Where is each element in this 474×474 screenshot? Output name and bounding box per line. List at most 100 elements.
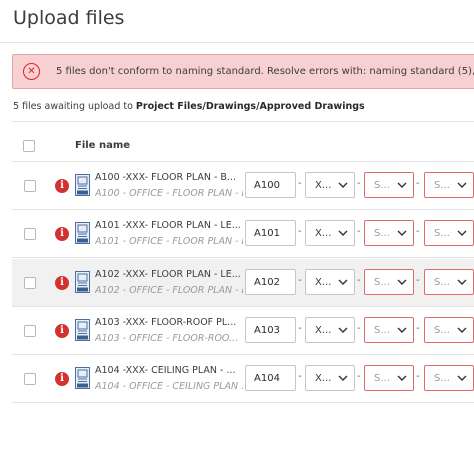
separator: -: [357, 371, 361, 382]
naming-field-select-2[interactable]: X...: [305, 269, 355, 295]
chevron-down-icon: [457, 327, 467, 333]
chevron-down-icon: [338, 230, 348, 236]
sheet-number-input[interactable]: A100: [245, 172, 296, 198]
table-row[interactable]: i A102 -XXX- FLOOR PLAN - LE... A102 - OFF…: [12, 259, 474, 307]
select-value: S...: [374, 276, 390, 288]
document-pdf-icon: [75, 367, 90, 389]
file-name: A100 -XXX- FLOOR PLAN - B...: [95, 172, 236, 183]
separator: -: [298, 323, 302, 334]
divider: [12, 121, 474, 122]
select-value: S...: [374, 372, 390, 384]
select-value: S...: [434, 324, 450, 336]
separator: -: [357, 323, 361, 334]
table-row[interactable]: i A104 -XXX- CEILING PLAN - ... A104 - OFF…: [12, 355, 474, 403]
error-info-icon[interactable]: i: [55, 324, 69, 338]
select-all-checkbox[interactable]: [23, 140, 35, 152]
select-value: X...: [315, 179, 332, 191]
separator: -: [416, 178, 420, 189]
naming-field-select-3[interactable]: S...: [364, 317, 414, 343]
upload-status: 5 files awaiting upload to Project Files…: [13, 101, 365, 112]
naming-field-select-3[interactable]: S...: [364, 172, 414, 198]
file-title: A104 - OFFICE - CEILING PLAN ...: [95, 381, 243, 392]
file-title: A101 - OFFICE - FLOOR PLAN - L...: [95, 236, 243, 247]
naming-field-select-2[interactable]: X...: [305, 172, 355, 198]
error-info-icon[interactable]: i: [55, 227, 69, 241]
row-checkbox[interactable]: [24, 228, 36, 240]
upload-destination-path: Project Files/Drawings/Approved Drawings: [135, 101, 365, 112]
chevron-down-icon: [397, 375, 407, 381]
separator: -: [416, 226, 420, 237]
page-title: Upload files: [13, 7, 125, 29]
select-value: S...: [434, 227, 450, 239]
chevron-down-icon: [457, 230, 467, 236]
error-banner: ✕ 5 files don't conform to naming standa…: [12, 54, 474, 89]
chevron-down-icon: [338, 327, 348, 333]
naming-field-select-4[interactable]: S...: [424, 269, 474, 295]
document-pdf-icon: [75, 222, 90, 244]
select-value: S...: [434, 179, 450, 191]
chevron-down-icon: [457, 375, 467, 381]
separator: -: [357, 226, 361, 237]
error-info-icon[interactable]: i: [55, 372, 69, 386]
select-value: S...: [434, 372, 450, 384]
separator: -: [416, 323, 420, 334]
select-value: X...: [315, 372, 332, 384]
separator: -: [416, 275, 420, 286]
row-checkbox[interactable]: [24, 325, 36, 337]
file-name: A103 -XXX- FLOOR-ROOF PL...: [95, 317, 237, 328]
sheet-number-input[interactable]: A103: [245, 317, 296, 343]
sheet-number-input[interactable]: A104: [245, 365, 296, 391]
table-row[interactable]: i A101 -XXX- FLOOR PLAN - LE... A101 - OFF…: [12, 210, 474, 258]
chevron-down-icon: [338, 375, 348, 381]
document-pdf-icon: [75, 174, 90, 196]
separator: -: [298, 226, 302, 237]
select-value: X...: [315, 227, 332, 239]
separator: -: [298, 275, 302, 286]
row-checkbox[interactable]: [24, 373, 36, 385]
separator: -: [357, 178, 361, 189]
naming-field-select-2[interactable]: X...: [305, 220, 355, 246]
row-checkbox[interactable]: [24, 180, 36, 192]
row-checkbox[interactable]: [24, 277, 36, 289]
file-title: A102 - OFFICE - FLOOR PLAN - L...: [95, 285, 243, 296]
chevron-down-icon: [457, 182, 467, 188]
sheet-number-input[interactable]: A102: [245, 269, 296, 295]
select-value: S...: [374, 227, 390, 239]
chevron-down-icon: [397, 327, 407, 333]
chevron-down-icon: [338, 182, 348, 188]
error-message: 5 files don't conform to naming standard…: [56, 66, 474, 77]
naming-field-select-3[interactable]: S...: [364, 365, 414, 391]
select-value: S...: [374, 324, 390, 336]
separator: -: [416, 371, 420, 382]
document-pdf-icon: [75, 271, 90, 293]
file-name: A101 -XXX- FLOOR PLAN - LE...: [95, 220, 241, 231]
chevron-down-icon: [397, 182, 407, 188]
error-info-icon[interactable]: i: [55, 276, 69, 290]
select-value: S...: [374, 179, 390, 191]
divider: [0, 42, 474, 43]
table-row[interactable]: i A100 -XXX- FLOOR PLAN - B... A100 - OFFI…: [12, 162, 474, 210]
select-value: S...: [434, 276, 450, 288]
file-title: A103 - OFFICE - FLOOR-ROO...: [95, 333, 239, 344]
error-circle-x-icon: ✕: [23, 63, 40, 80]
chevron-down-icon: [338, 279, 348, 285]
error-info-icon[interactable]: i: [55, 179, 69, 193]
table-header: File name: [12, 134, 474, 160]
naming-field-select-4[interactable]: S...: [424, 365, 474, 391]
naming-field-select-4[interactable]: S...: [424, 220, 474, 246]
naming-field-select-2[interactable]: X...: [305, 365, 355, 391]
file-name: A104 -XXX- CEILING PLAN - ...: [95, 365, 236, 376]
naming-field-select-3[interactable]: S...: [364, 269, 414, 295]
naming-field-select-4[interactable]: S...: [424, 172, 474, 198]
select-value: X...: [315, 324, 332, 336]
select-value: X...: [315, 276, 332, 288]
table-row[interactable]: i A103 -XXX- FLOOR-ROOF PL... A103 - OFFIC…: [12, 307, 474, 355]
upload-status-prefix: 5 files awaiting upload to: [13, 101, 136, 112]
sheet-number-input[interactable]: A101: [245, 220, 296, 246]
naming-field-select-2[interactable]: X...: [305, 317, 355, 343]
column-header-file-name: File name: [75, 140, 131, 151]
naming-field-select-3[interactable]: S...: [364, 220, 414, 246]
file-title: A100 - OFFICE - FLOOR PLAN - B...: [95, 188, 243, 199]
naming-field-select-4[interactable]: S...: [424, 317, 474, 343]
chevron-down-icon: [397, 230, 407, 236]
